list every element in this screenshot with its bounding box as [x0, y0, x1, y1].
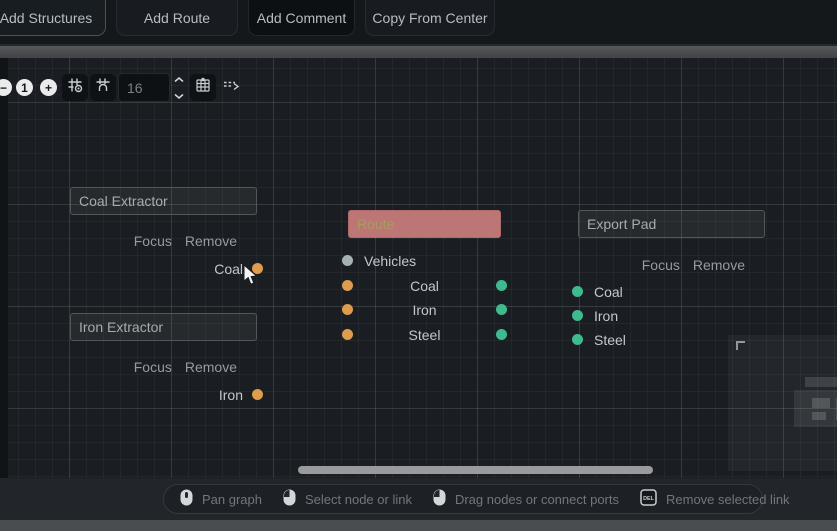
mouse-middle-button-icon: [180, 489, 193, 509]
add-structures-button[interactable]: Add Structures: [0, 0, 106, 36]
snap-links-button[interactable]: [90, 74, 116, 101]
hint-remove-link: DEL Remove selected link: [640, 489, 790, 509]
output-port-iron[interactable]: [252, 389, 263, 400]
node-iron-extractor[interactable]: Iron Extractor Focus Remove Iron: [70, 313, 257, 341]
input-port-coal[interactable]: [572, 286, 583, 297]
node-title-input[interactable]: Export Pad: [578, 210, 765, 238]
input-port-steel[interactable]: [342, 329, 353, 340]
hint-label: Pan graph: [202, 492, 262, 507]
top-toolbar: Add Structures Add Route Add Comment Cop…: [0, 0, 837, 44]
node-actions: Focus Remove: [70, 359, 257, 375]
delete-key-label: DEL: [643, 496, 654, 502]
horizontal-scrollbar[interactable]: [298, 466, 653, 474]
port-row-vehicles: Vehicles: [348, 253, 501, 268]
port-label: Coal: [214, 261, 243, 277]
link-routing-icon: [222, 77, 240, 98]
status-bar: Pan graph Select node or link: [0, 478, 837, 520]
mouse-left-button-icon: [283, 489, 296, 509]
delete-key-icon: DEL: [640, 489, 657, 509]
mouse-cursor: [243, 265, 258, 291]
graph-canvas[interactable]: − 1 +: [0, 58, 837, 478]
copy-from-center-button[interactable]: Copy From Center: [365, 0, 495, 36]
canvas-left-edge-shade: [0, 58, 8, 478]
input-port-coal[interactable]: [342, 280, 353, 291]
app-window: Add Structures Add Route Add Comment Cop…: [0, 0, 837, 531]
port-label: Steel: [594, 332, 626, 348]
remove-button[interactable]: Remove: [185, 233, 237, 249]
port-row-steel: Steel: [348, 327, 501, 342]
grid-size-stepper: [172, 75, 186, 101]
hint-label: Remove selected link: [666, 492, 790, 507]
minimap[interactable]: [728, 335, 837, 471]
bottom-bar: [0, 520, 837, 531]
focus-button[interactable]: Focus: [134, 233, 172, 249]
zoom-out-button[interactable]: −: [0, 79, 12, 96]
snap-links-icon: [95, 77, 111, 98]
node-route[interactable]: Route Vehicles Coal Iron Steel: [348, 210, 501, 238]
zoom-in-button[interactable]: +: [40, 79, 57, 96]
add-route-button[interactable]: Add Route: [116, 0, 238, 36]
port-label: Vehicles: [364, 253, 416, 269]
minimap-node-shape: [812, 398, 830, 408]
hint-pan-graph: Pan graph: [180, 489, 262, 509]
node-title-input[interactable]: Route: [348, 210, 501, 238]
stepper-down-button[interactable]: [172, 91, 186, 101]
node-title-input[interactable]: Coal Extractor: [70, 187, 257, 215]
grid-visibility-icon: [195, 77, 211, 98]
node-actions: Focus Remove: [70, 233, 257, 249]
port-label: Steel: [409, 327, 441, 343]
minimap-node-shape: [794, 390, 837, 427]
input-port-vehicles[interactable]: [342, 255, 353, 266]
input-port-iron[interactable]: [342, 304, 353, 315]
output-port-iron[interactable]: [496, 304, 507, 315]
header-divider-bar: [0, 44, 837, 58]
focus-button[interactable]: Focus: [134, 359, 172, 375]
output-port-row: Coal: [70, 261, 257, 276]
node-coal-extractor[interactable]: Coal Extractor Focus Remove Coal: [70, 187, 257, 215]
port-label: Iron: [219, 387, 243, 403]
stepper-up-button[interactable]: [172, 75, 186, 85]
zoom-reset-button[interactable]: 1: [16, 79, 33, 96]
remove-button[interactable]: Remove: [693, 257, 745, 273]
input-port-iron[interactable]: [572, 310, 583, 321]
port-row-coal: Coal: [348, 278, 501, 293]
port-row-iron: Iron: [348, 302, 501, 317]
mouse-left-button-icon: [433, 489, 446, 509]
port-label: Iron: [594, 308, 618, 324]
grid-visibility-button[interactable]: [190, 74, 216, 101]
link-routing-button[interactable]: [218, 74, 244, 101]
input-port-row-coal: Coal: [578, 284, 765, 299]
snap-to-grid-icon: [67, 77, 83, 98]
add-comment-button[interactable]: Add Comment: [248, 0, 355, 36]
snap-to-grid-button[interactable]: [62, 74, 88, 101]
output-port-coal[interactable]: [496, 280, 507, 291]
grid-size-input[interactable]: [118, 73, 170, 102]
remove-button[interactable]: Remove: [185, 359, 237, 375]
input-port-steel[interactable]: [572, 334, 583, 345]
output-port-row: Iron: [70, 387, 257, 402]
port-label: Coal: [410, 278, 439, 294]
input-port-row-iron: Iron: [578, 308, 765, 323]
hint-drag: Drag nodes or connect ports: [433, 489, 619, 509]
port-label: Iron: [412, 302, 436, 318]
node-actions: Focus Remove: [578, 257, 765, 273]
hint-select: Select node or link: [283, 489, 412, 509]
minimap-node-shape: [812, 412, 826, 420]
output-port-steel[interactable]: [496, 329, 507, 340]
node-export-pad[interactable]: Export Pad Focus Remove Coal Iron Steel: [578, 210, 765, 238]
node-title-input[interactable]: Iron Extractor: [70, 313, 257, 341]
focus-button[interactable]: Focus: [642, 257, 680, 273]
hint-label: Drag nodes or connect ports: [455, 492, 619, 507]
minimap-corner-marker: [736, 341, 745, 350]
minimap-node-shape: [805, 377, 837, 387]
port-label: Coal: [594, 284, 623, 300]
hint-label: Select node or link: [305, 492, 412, 507]
controls-hint-pill: Pan graph Select node or link: [163, 484, 763, 514]
